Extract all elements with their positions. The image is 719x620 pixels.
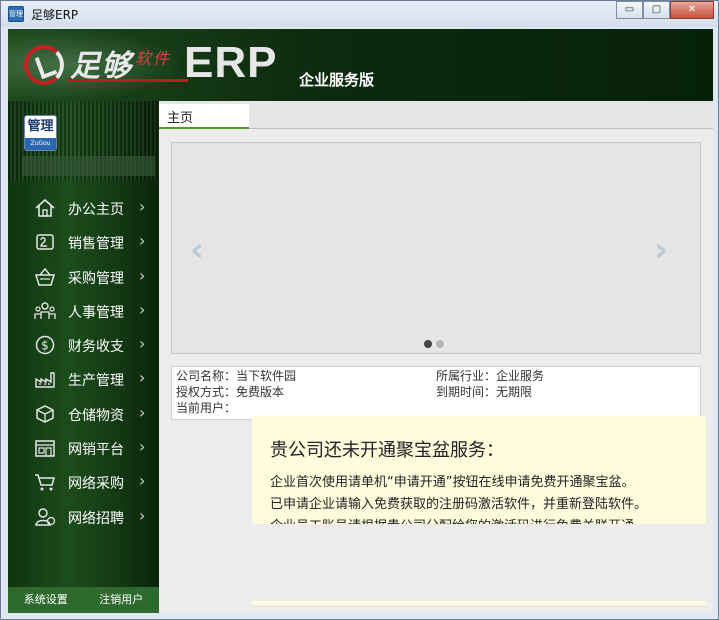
sidebar: 管理 ZuGou 办公主页 › 销售管理 › 采购管理 › 人事管理 › $ 财… (8, 101, 159, 613)
notice-line: 已申请企业请输入免费获取的注册码激活软件，并重新登陆软件。 (270, 497, 648, 512)
people-icon (34, 301, 56, 321)
brand-logo-subtext: 软件 (135, 49, 172, 68)
service-notice: 贵公司还未开通聚宝盆服务： 企业首次使用请单机“申请开通”按钮在线申请免费开通聚… (252, 416, 706, 524)
sidebar-item-label: 人事管理 (68, 304, 124, 321)
company-info-panel: 公司名称：当下软件园 授权方式：免费版本 当前用户： 所属行业：企业服务 到期时… (171, 366, 701, 420)
sidebar-item-label: 网络招聘 (68, 510, 124, 527)
carousel-dots (424, 340, 444, 348)
main-panel: 主页 ‹ › 公司名称：当下软件园 授权方式：免费版本 当前用户： 所属行业：企… (159, 101, 713, 613)
chevron-right-icon: › (139, 368, 146, 388)
sidebar-nav: 办公主页 › 销售管理 › 采购管理 › 人事管理 › $ 财务收支 › 生产管… (8, 191, 159, 534)
sidebar-item-label: 网络采购 (68, 476, 124, 493)
system-settings-button[interactable]: 系统设置 (8, 587, 84, 613)
window-controls: ▭ ▢ ✕ (616, 1, 714, 19)
basket-icon (34, 267, 56, 287)
brand-erp-text: ERP (184, 38, 278, 87)
tab-bar: 主页 (159, 101, 713, 129)
cart-icon (34, 472, 56, 492)
chevron-right-icon: › (139, 437, 146, 457)
sidebar-item-purchase[interactable]: 采购管理 › (8, 260, 159, 294)
carousel-dot[interactable] (436, 340, 444, 348)
sidebar-item-office-home[interactable]: 办公主页 › (8, 191, 159, 225)
chevron-right-icon: › (139, 505, 146, 525)
app-icon: 管理 (8, 6, 24, 22)
maximize-button[interactable]: ▢ (643, 1, 670, 19)
box-icon (34, 404, 56, 424)
app-window: 管理 足够ERP ▭ ▢ ✕ 足够 软件 ERP 企业服务版 管理 ZuGou … (0, 0, 719, 620)
factory-icon (34, 369, 56, 389)
carousel-prev-icon[interactable]: ‹ (190, 233, 204, 267)
notice-bottom-edge (252, 601, 706, 605)
chevron-right-icon: › (139, 334, 146, 354)
recruit-icon (34, 507, 56, 527)
current-user: 当前用户： (176, 401, 237, 415)
badge-subtitle: ZuGou (25, 138, 56, 150)
notice-line: 企业首次使用请单机“申请开通”按钮在线申请免费开通聚宝盆。 (270, 475, 635, 490)
sidebar-item-online-sales[interactable]: 网销平台 › (8, 431, 159, 465)
sidebar-item-production[interactable]: 生产管理 › (8, 362, 159, 396)
sidebar-item-label: 财务收支 (68, 339, 124, 356)
sidebar-item-online-purchase[interactable]: 网络采购 › (8, 465, 159, 499)
chevron-right-icon: › (139, 471, 146, 491)
carousel-dot[interactable] (424, 340, 432, 348)
sales-icon (34, 232, 56, 252)
store-icon (34, 438, 56, 458)
sidebar-item-label: 采购管理 (68, 270, 124, 287)
sidebar-item-recruit[interactable]: 网络招聘 › (8, 500, 159, 534)
dollar-icon: $ (34, 335, 56, 355)
image-carousel[interactable]: ‹ › (171, 142, 701, 354)
sidebar-item-label: 办公主页 (68, 202, 124, 218)
notice-title: 贵公司还未开通聚宝盆服务： (270, 440, 504, 461)
user-info-bar (22, 156, 155, 176)
company-name: 公司名称：当下软件园 (176, 369, 297, 383)
chevron-right-icon: › (139, 299, 146, 319)
tab-home[interactable]: 主页 (159, 104, 249, 129)
carousel-next-icon[interactable]: › (654, 233, 668, 267)
app-header: 足够 软件 ERP 企业服务版 (8, 29, 713, 101)
manage-badge-icon: 管理 ZuGou (24, 115, 57, 151)
sidebar-item-hr[interactable]: 人事管理 › (8, 294, 159, 328)
expiry-date: 到期时间：无期限 (436, 385, 533, 399)
sidebar-item-label: 仓储物资 (68, 407, 124, 424)
logout-button[interactable]: 注销用户 (84, 587, 160, 613)
notice-body: 企业首次使用请单机“申请开通”按钮在线申请免费开通聚宝盆。 已申请企业请输入免费… (270, 472, 700, 524)
chevron-right-icon: › (139, 265, 146, 285)
window-title: 足够ERP (31, 8, 79, 22)
chevron-right-icon: › (139, 402, 146, 422)
close-button[interactable]: ✕ (670, 1, 714, 19)
home-icon (34, 198, 56, 218)
sidebar-item-finance[interactable]: $ 财务收支 › (8, 328, 159, 362)
minimize-button[interactable]: ▭ (616, 1, 643, 19)
sidebar-footer: 系统设置 注销用户 (8, 587, 159, 613)
sidebar-item-label: 销售管理 (68, 236, 124, 253)
badge-title: 管理 (27, 119, 54, 134)
sidebar-item-label: 生产管理 (68, 373, 124, 390)
sidebar-item-sales[interactable]: 销售管理 › (8, 225, 159, 259)
logo-underline (68, 79, 188, 82)
edition-label: 企业服务版 (299, 71, 375, 89)
brand-logo-icon (24, 45, 64, 85)
notice-line: 企业员工账号请根据贵公司分配给您的激活码进行免费关联开通 (270, 516, 700, 524)
industry: 所属行业：企业服务 (436, 369, 545, 383)
sidebar-item-label: 网销平台 (68, 442, 124, 459)
license-type: 授权方式：免费版本 (176, 385, 285, 399)
chevron-right-icon: › (139, 231, 146, 251)
title-bar[interactable]: 管理 足够ERP ▭ ▢ ✕ (1, 1, 718, 27)
svg-text:$: $ (41, 339, 49, 353)
sidebar-item-warehouse[interactable]: 仓储物资 › (8, 397, 159, 431)
chevron-right-icon: › (139, 197, 146, 216)
